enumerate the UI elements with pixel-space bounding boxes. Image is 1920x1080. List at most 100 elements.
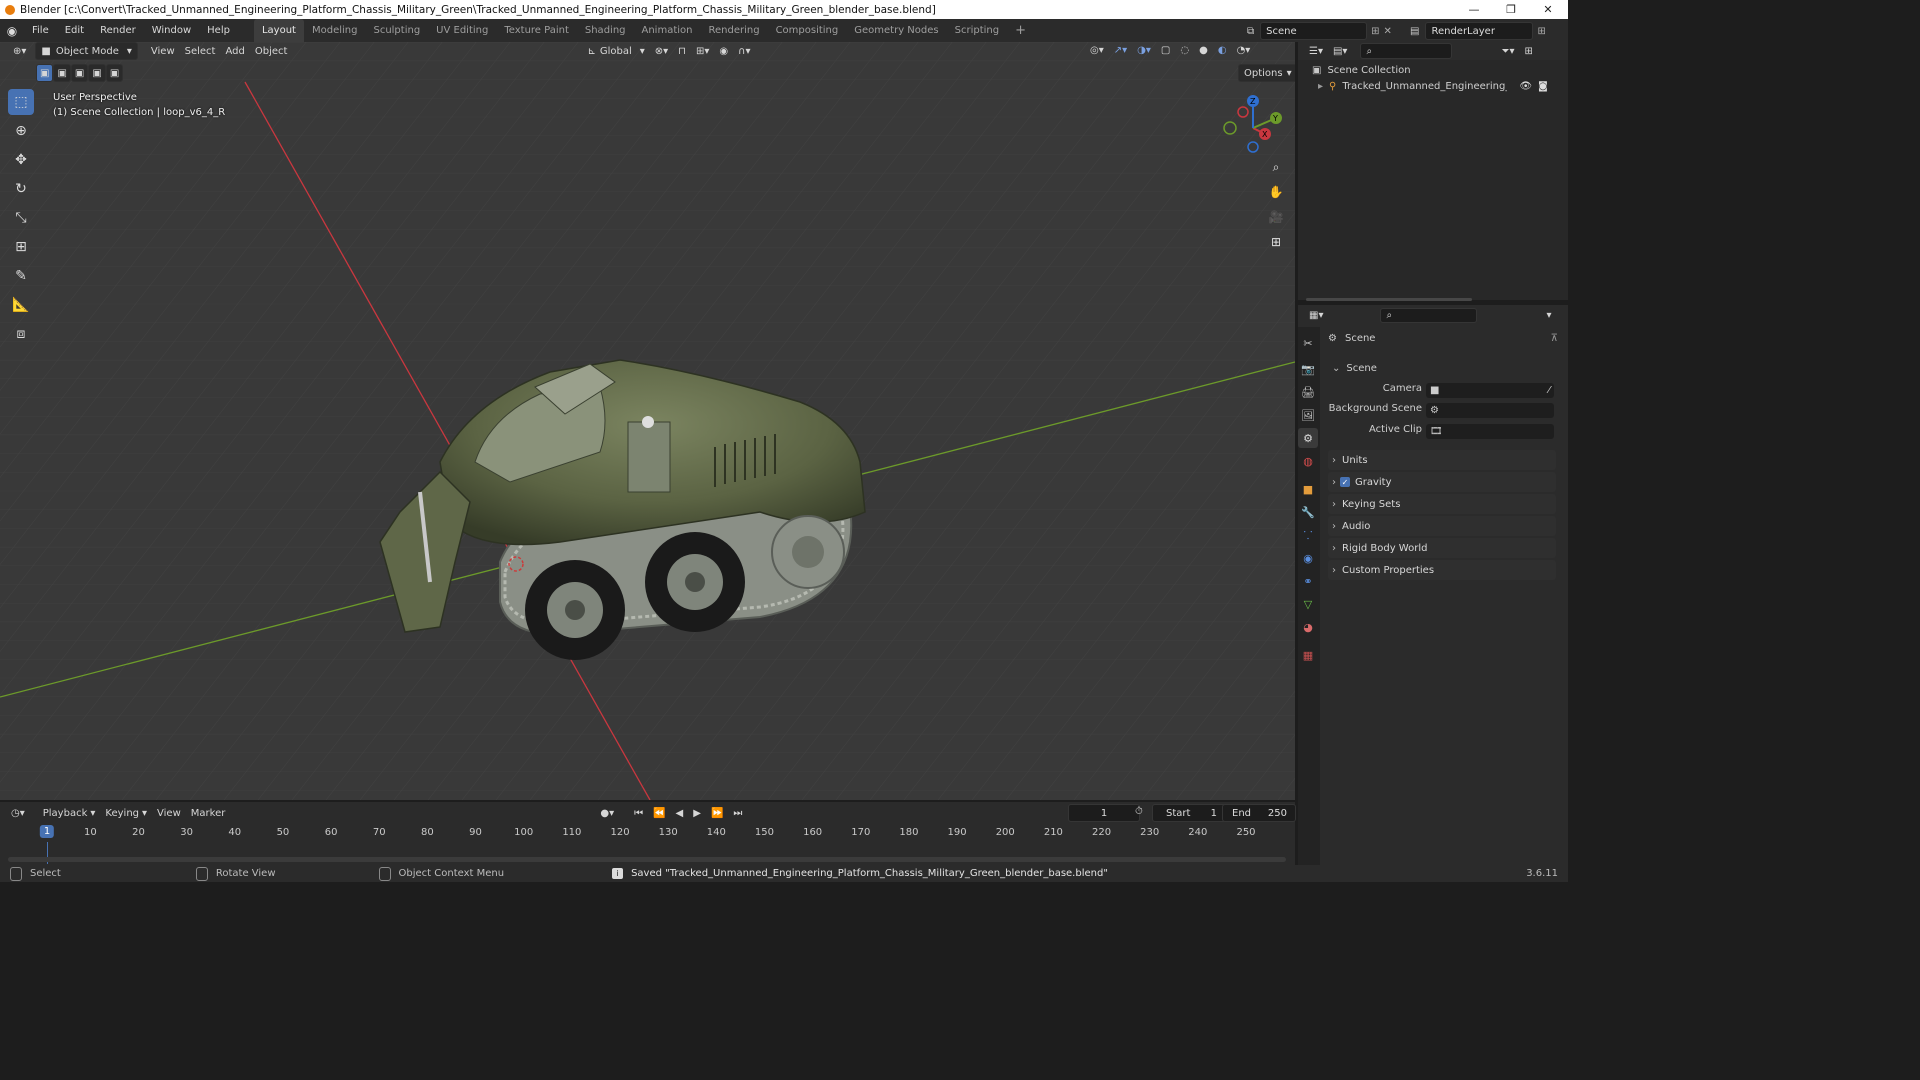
tab-compositing[interactable]: Compositing xyxy=(768,19,847,42)
modifier-tab-icon[interactable]: 🔧 xyxy=(1298,502,1318,522)
gizmo-toggle-icon[interactable]: ↗▾ xyxy=(1109,42,1132,58)
properties-search-input[interactable]: ⌕ xyxy=(1380,307,1478,323)
record-icon[interactable]: ●▾ xyxy=(595,805,619,821)
viewport-menu-view[interactable]: View xyxy=(146,43,180,59)
particles-tab-icon[interactable]: ⸪ xyxy=(1298,525,1318,545)
pan-hand-icon[interactable]: ✋ xyxy=(1265,181,1287,203)
overlays-icon[interactable]: ◑▾ xyxy=(1132,42,1156,58)
background-scene-field[interactable]: ⚙ xyxy=(1426,403,1554,418)
physics-tab-icon[interactable]: ◉ xyxy=(1298,548,1318,568)
world-tab-icon[interactable]: ◍ xyxy=(1298,451,1318,471)
tab-sculpting[interactable]: Sculpting xyxy=(365,19,428,42)
move-tool-icon[interactable]: ✥ xyxy=(8,147,34,173)
3d-viewport[interactable]: ⊕▾ ■ Object Mode ▾ View Select Add Object … xyxy=(0,42,1295,800)
solid-shading-icon[interactable]: ● xyxy=(1194,42,1213,58)
timeline-editor-type-icon[interactable]: ◷▾ xyxy=(6,805,30,821)
perspective-toggle-icon[interactable]: ⊞ xyxy=(1265,231,1287,253)
transform-orientation-dropdown[interactable]: ⊾ Global ▾ xyxy=(582,43,649,59)
gravity-panel[interactable]: › ✓ Gravity xyxy=(1328,472,1556,492)
tab-geometry-nodes[interactable]: Geometry Nodes xyxy=(846,19,946,42)
measure-tool-icon[interactable]: 📐 xyxy=(8,292,34,318)
viewport-menu-select[interactable]: Select xyxy=(180,43,221,59)
output-tab-icon[interactable]: 🖨 xyxy=(1298,382,1318,402)
tab-scripting[interactable]: Scripting xyxy=(947,19,1007,42)
viewport-menu-add[interactable]: Add xyxy=(220,43,249,59)
jump-end-icon[interactable]: ⏭ xyxy=(728,805,747,821)
material-tab-icon[interactable]: ◕ xyxy=(1298,617,1318,637)
constraints-tab-icon[interactable]: ⚭ xyxy=(1298,571,1318,591)
tab-modeling[interactable]: Modeling xyxy=(304,19,366,42)
timeline-menu-keying[interactable]: Keying ▾ xyxy=(100,805,152,821)
visibility-icon[interactable]: ◎▾ xyxy=(1085,42,1109,58)
outliner-scrollbar[interactable] xyxy=(1306,298,1472,301)
tab-shading[interactable]: Shading xyxy=(577,19,634,42)
pivot-point-icon[interactable]: ⊗▾ xyxy=(650,43,673,59)
menu-window[interactable]: Window xyxy=(144,19,199,42)
select-extend-icon[interactable]: ▣ xyxy=(53,64,71,82)
options-dropdown[interactable]: Options ▾ xyxy=(1238,64,1295,82)
proportional-edit-icon[interactable]: ◉ xyxy=(714,43,733,59)
outliner-scene-collection[interactable]: ▣ Scene Collection xyxy=(1312,65,1411,76)
render-tab-icon[interactable]: 📷 xyxy=(1298,359,1318,379)
tab-animation[interactable]: Animation xyxy=(634,19,701,42)
menu-render[interactable]: Render xyxy=(92,19,144,42)
eyedropper-icon[interactable]: ⁄ xyxy=(1548,385,1550,396)
scene-panel-header[interactable]: ⌄ Scene xyxy=(1328,358,1558,378)
scene-tab-icon[interactable]: ⚙ xyxy=(1298,428,1318,448)
camera-render-icon[interactable]: ◙ xyxy=(1538,81,1548,92)
data-tab-icon[interactable]: ▽ xyxy=(1298,594,1318,614)
cursor-tool-icon[interactable]: ⊕ xyxy=(8,118,34,144)
end-frame-field[interactable]: End 250 xyxy=(1222,804,1296,822)
rigid-body-world-panel[interactable]: › Rigid Body World xyxy=(1328,538,1556,558)
expand-arrow-icon[interactable]: ▸ xyxy=(1318,81,1323,92)
scene-selector-icon[interactable]: ⧉ xyxy=(1247,26,1254,37)
timeline-scrollbar[interactable] xyxy=(8,857,1286,862)
tab-layout[interactable]: Layout xyxy=(253,19,304,42)
transform-tool-icon[interactable]: ⊞ xyxy=(8,234,34,260)
scale-tool-icon[interactable]: ⤡ xyxy=(8,205,34,231)
rotate-tool-icon[interactable]: ↻ xyxy=(8,176,34,202)
audio-panel[interactable]: › Audio xyxy=(1328,516,1556,536)
properties-editor-type-icon[interactable]: ▦▾ xyxy=(1304,307,1328,323)
custom-properties-panel[interactable]: › Custom Properties xyxy=(1328,560,1556,580)
select-intersect-icon[interactable]: ▣ xyxy=(105,64,124,82)
xray-icon[interactable]: ▢ xyxy=(1156,42,1175,58)
renderlayer-selector-icon[interactable]: ▤ xyxy=(1410,26,1419,37)
close-button[interactable]: ✕ xyxy=(1529,0,1567,19)
tool-tab-icon[interactable]: ✂ xyxy=(1298,333,1318,353)
menu-file[interactable]: File xyxy=(24,19,57,42)
blender-menu-icon[interactable]: ◉ xyxy=(0,24,24,38)
maximize-button[interactable]: ❐ xyxy=(1492,0,1530,19)
display-mode-icon[interactable]: ▤▾ xyxy=(1328,43,1352,59)
rendered-shading-icon[interactable]: ◔▾ xyxy=(1232,42,1256,58)
remove-scene-icon[interactable]: ✕ xyxy=(1384,26,1392,37)
units-panel[interactable]: › Units xyxy=(1328,450,1556,470)
timeline-menu-marker[interactable]: Marker xyxy=(186,805,231,821)
keying-sets-panel[interactable]: › Keying Sets xyxy=(1328,494,1556,514)
camera-field[interactable]: ■ ⁄ xyxy=(1426,383,1554,398)
current-frame-field[interactable]: 1 xyxy=(1068,804,1140,822)
pin-icon[interactable]: ⊞ xyxy=(1371,26,1379,37)
select-invert-icon[interactable]: ▣ xyxy=(88,64,106,82)
timeline-menu-view[interactable]: View xyxy=(152,805,186,821)
material-shading-icon[interactable]: ◐ xyxy=(1213,42,1232,58)
texture-tab-icon[interactable]: ▦ xyxy=(1298,645,1318,665)
editor-type-icon[interactable]: ⊕▾ xyxy=(8,43,31,59)
select-box-tool-icon[interactable]: ⬚ xyxy=(8,89,34,115)
select-new-icon[interactable]: ▣ xyxy=(36,64,54,82)
navigation-gizmo[interactable]: Z Y X xyxy=(1220,92,1284,156)
play-icon[interactable]: ▶ xyxy=(688,805,706,821)
timeline-menu-playback[interactable]: Playback ▾ xyxy=(38,805,101,821)
pin-icon[interactable]: ⊼ xyxy=(1551,333,1558,344)
active-clip-field[interactable]: 🎞 xyxy=(1426,424,1554,439)
next-keyframe-icon[interactable]: ⏩ xyxy=(706,805,728,821)
outliner-editor-type-icon[interactable]: ☰▾ xyxy=(1304,43,1328,59)
menu-help[interactable]: Help xyxy=(199,19,238,42)
jump-start-icon[interactable]: ⏮ xyxy=(629,805,648,821)
add-cube-tool-icon[interactable]: ⧈ xyxy=(8,321,34,347)
camera-view-icon[interactable]: 🎥 xyxy=(1265,206,1287,228)
viewport-menu-object[interactable]: Object xyxy=(250,43,293,59)
select-subtract-icon[interactable]: ▣ xyxy=(70,64,89,82)
filter-icon[interactable]: ⏷▾ xyxy=(1496,43,1519,59)
new-collection-icon[interactable]: ⊞ xyxy=(1519,43,1537,59)
